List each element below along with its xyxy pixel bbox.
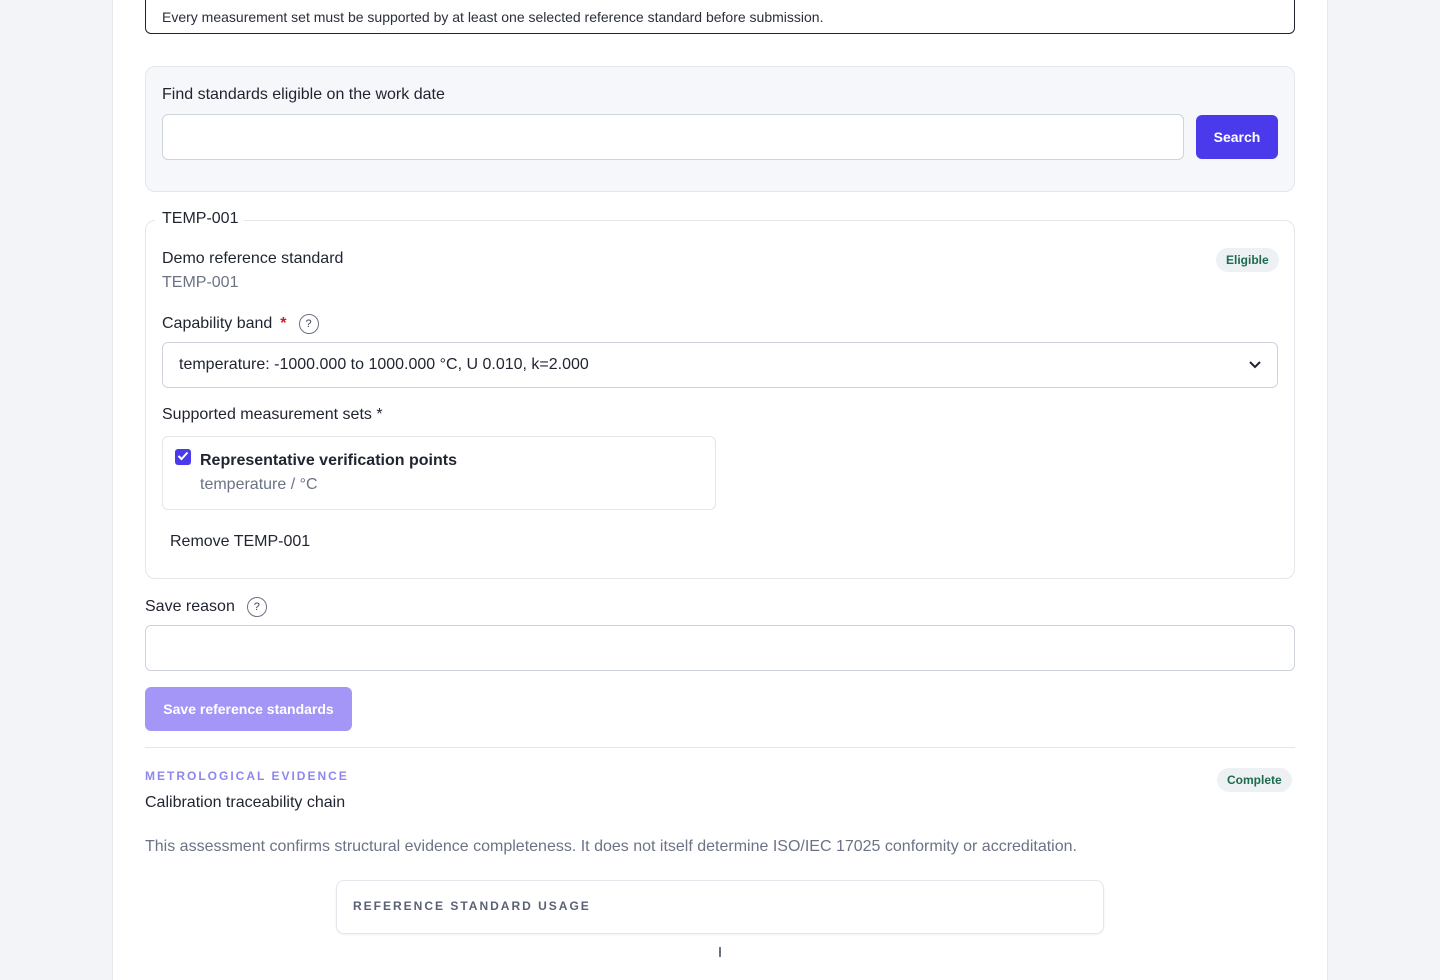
search-label: Find standards eligible on the work date [162,86,445,103]
required-marker: * [280,315,287,332]
capability-band-label: Capability band * ? [162,314,319,334]
measurement-set-title: Representative verification points [200,452,457,469]
complete-status-badge: Complete [1217,768,1292,792]
requirement-notice-text: Every measurement set must be supported … [162,9,824,25]
chevron-down-icon [1249,358,1261,372]
eligible-status-badge: Eligible [1216,248,1279,272]
reference-standard-legend: TEMP-001 [155,210,245,228]
save-reason-label: Save reason ? [145,597,267,617]
capability-band-label-text: Capability band [162,315,273,332]
reference-standard-fieldset [145,220,1295,579]
capability-band-select[interactable]: temperature: -1000.000 to 1000.000 °C, U… [162,342,1278,388]
standards-search-input[interactable] [162,114,1184,160]
section-divider [145,747,1295,748]
checkmark-icon [177,450,189,464]
measurement-set-option[interactable]: Representative verification points tempe… [162,436,716,510]
requirement-notice: Every measurement set must be supported … [145,0,1295,34]
search-button[interactable]: Search [1196,115,1278,159]
standards-search-panel: Find standards eligible on the work date… [145,66,1295,192]
save-reference-standards-button[interactable]: Save reference standards [145,687,352,731]
standard-name: Demo reference standard [162,250,344,267]
measurement-set-checkbox[interactable] [175,449,191,465]
save-reason-input[interactable] [145,625,1295,671]
remove-standard-button[interactable]: Remove TEMP-001 [162,530,318,554]
evidence-title: Calibration traceability chain [145,794,346,811]
capability-band-selected-value: temperature: -1000.000 to 1000.000 °C, U… [179,356,589,373]
usage-card-title: REFERENCE STANDARD USAGE [353,899,591,913]
standard-id: TEMP-001 [162,274,239,291]
question-circle-icon[interactable]: ? [246,597,267,617]
measurement-sets-label: Supported measurement sets * [162,406,383,423]
reference-standard-usage-card: REFERENCE STANDARD USAGE [336,880,1104,934]
evidence-disclaimer: This assessment confirms structural evid… [145,838,1077,855]
evidence-eyebrow: METROLOGICAL EVIDENCE [145,769,349,783]
question-circle-icon[interactable]: ? [298,314,319,334]
measurement-set-subtitle: temperature / °C [200,476,318,493]
save-reason-label-text: Save reason [145,598,235,615]
chain-connector [719,947,721,957]
